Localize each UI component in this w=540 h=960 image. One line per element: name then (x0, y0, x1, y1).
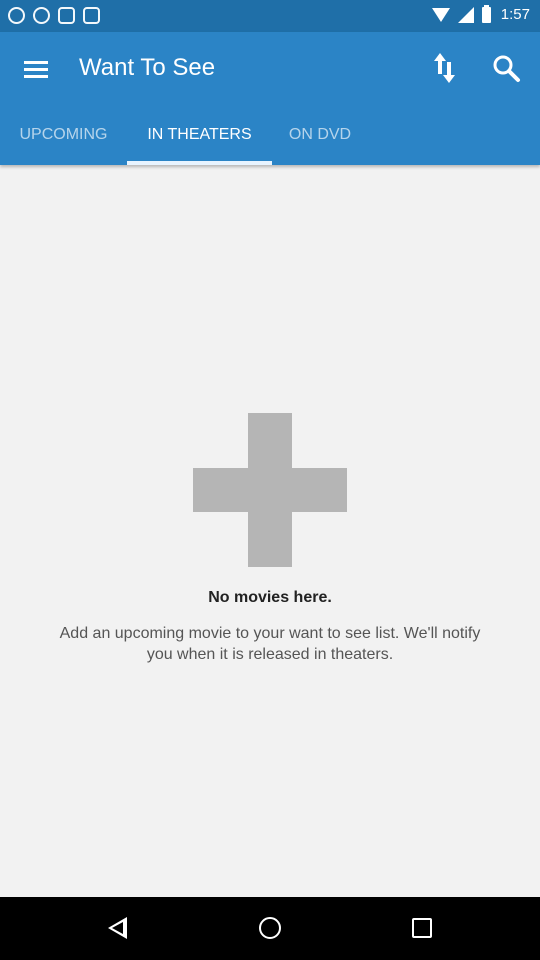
plus-icon (193, 413, 347, 567)
notification-icon (33, 7, 50, 24)
battery-icon (481, 4, 491, 23)
notification-icon (8, 7, 25, 24)
search-button[interactable] (490, 52, 524, 86)
plus-horizontal-bar (193, 468, 347, 512)
hamburger-line (24, 68, 48, 71)
status-bar: 1:57 (0, 0, 540, 32)
recent-apps-icon[interactable] (412, 918, 432, 938)
active-tab-indicator (127, 161, 272, 165)
hamburger-menu-icon (24, 61, 48, 64)
hamburger-line (24, 75, 48, 78)
tab-upcoming[interactable]: UPCOMING (0, 112, 127, 165)
wifi-icon (431, 7, 450, 22)
notification-icon (83, 7, 100, 24)
system-icons: 1:57 (431, 4, 530, 23)
empty-state-description: Add an upcoming movie to your want to se… (59, 625, 481, 663)
search-icon (493, 55, 520, 82)
home-icon[interactable] (259, 917, 281, 939)
empty-state-title: No movies here. (208, 589, 332, 606)
tab-on-dvd[interactable]: ON DVD (272, 112, 368, 165)
page-title: Want To See (79, 54, 216, 81)
status-time: 1:57 (500, 6, 530, 23)
notification-icon (58, 7, 75, 24)
signal-icon (457, 6, 474, 23)
menu-button[interactable] (20, 54, 52, 82)
tab-in-theaters[interactable]: IN THEATERS (127, 112, 272, 165)
sort-button[interactable] (430, 50, 460, 86)
navigation-bar (0, 897, 540, 960)
tab-bar: UPCOMING IN THEATERS ON DVD (0, 112, 540, 165)
notification-icons (8, 7, 100, 24)
back-icon[interactable] (108, 917, 127, 939)
app-bar: Want To See UPCOMING IN THEATERS ON DVD (0, 32, 540, 165)
sort-arrows-icon (434, 53, 455, 83)
